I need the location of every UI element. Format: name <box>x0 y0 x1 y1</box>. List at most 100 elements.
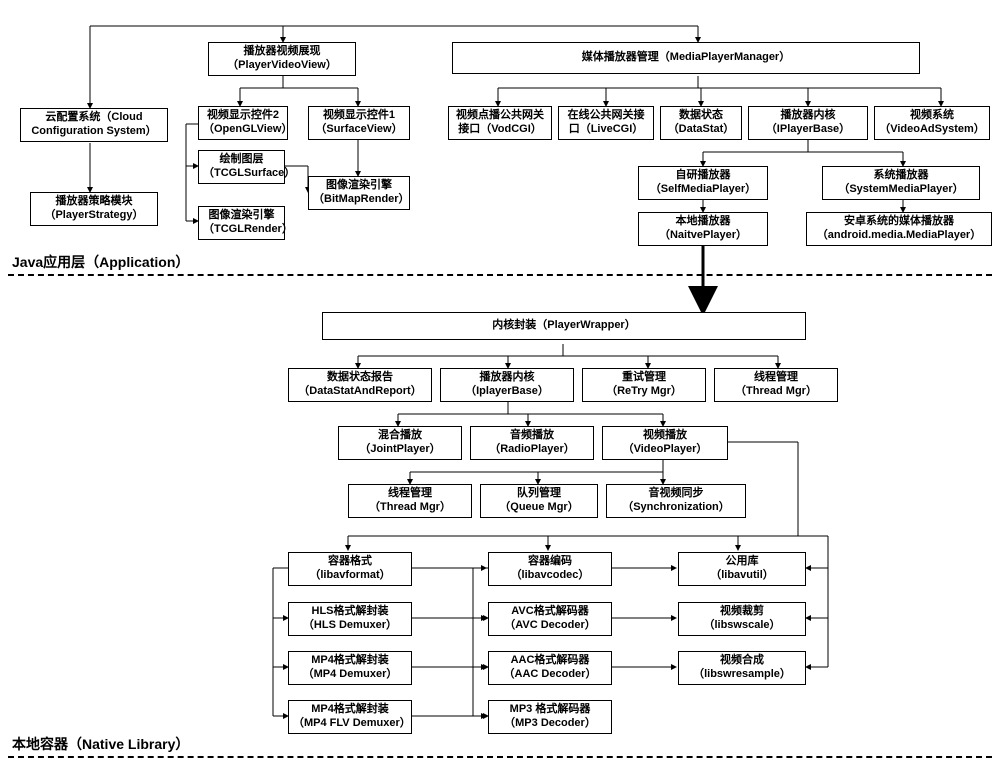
t: （PlayerVideoView） <box>227 59 337 71</box>
box-aacdec: AAC格式解码器（AAC Decoder） <box>488 651 612 685</box>
box-mp4demux: MP4格式解封装 （MP4 Demuxer） <box>288 651 412 685</box>
box-mp3dec: MP3 格式解码器 （MP3 Decoder） <box>488 700 612 734</box>
box-videoad: 视频系统 （VideoAdSystem） <box>874 106 990 140</box>
t: 自研播放器 <box>676 169 731 181</box>
box-libavformat: 容器格式 （libavformat） <box>288 552 412 586</box>
box-sysmp: 系统播放器 （SystemMediaPlayer） <box>822 166 980 200</box>
t: （libswscale） <box>703 619 780 631</box>
box-videoview: 播放器视频展现 （PlayerVideoView） <box>208 42 356 76</box>
t: MP3 格式解码器 <box>510 703 591 715</box>
t: 音视频同步 <box>649 487 704 499</box>
t: （libswresample） <box>693 668 791 680</box>
t: （SystemMediaPlayer） <box>838 183 963 195</box>
t: （NaitvePlayer） <box>659 229 747 241</box>
t: （ReTry Mgr） <box>606 385 682 397</box>
t: （MP4 Demuxer） <box>303 668 398 680</box>
t: 线程管理 <box>754 371 798 383</box>
t: 系统播放器 <box>874 169 929 181</box>
t: （TCGLRender） <box>203 223 293 235</box>
t: 容器编码 <box>528 555 572 567</box>
box-libswscale: 视频裁剪 （libswscale） <box>678 602 806 636</box>
t: AAC格式解码器 <box>511 654 590 666</box>
box-avcdec: AVC格式解码器（AVC Decoder） <box>488 602 612 636</box>
box-bitmaprender: 图像渲染引擎 （BitMapRender） <box>308 176 410 210</box>
t: 本地播放器 <box>676 215 731 227</box>
t: 视频系统 <box>910 109 954 121</box>
t: （AVC Decoder） <box>504 619 595 631</box>
t: 播放器内核 <box>480 371 535 383</box>
box-datastat: 数据状态 （DataStat） <box>660 106 742 140</box>
t: 绘制图层 <box>220 153 264 165</box>
t: MP4格式解封装 <box>311 654 389 666</box>
box-queuemgr: 队列管理（Queue Mgr） <box>480 484 598 518</box>
box-libavcodec: 容器编码 （libavcodec） <box>488 552 612 586</box>
t: 容器格式 <box>328 555 372 567</box>
box-iplayerbase2: 播放器内核 （IplayerBase） <box>440 368 574 402</box>
t: 播放器视频展现 <box>244 45 321 57</box>
t: 队列管理 <box>517 487 561 499</box>
t: 重试管理 <box>622 371 666 383</box>
t: （Thread Mgr） <box>369 501 451 513</box>
divider-native <box>8 756 992 758</box>
t: 音频播放 <box>510 429 554 441</box>
t: （MP4 FLV Demuxer） <box>293 717 411 729</box>
t: MP4格式解封装 <box>311 703 389 715</box>
t: （PlayerStrategy） <box>44 209 143 221</box>
t: （DataStat） <box>668 123 735 135</box>
t: （DataStatAndReport） <box>298 385 421 397</box>
t: 数据状态 <box>679 109 723 121</box>
box-vodcgi: 视频点播公共网关接口（VodCGI） <box>448 106 552 140</box>
t: 播放器内核 <box>781 109 836 121</box>
box-videoplayer: 视频播放（VideoPlayer） <box>602 426 728 460</box>
t: 混合播放 <box>378 429 422 441</box>
t: （VideoPlayer） <box>623 443 708 455</box>
t: （IPlayerBase） <box>766 123 850 135</box>
box-tcglrender: 图像渲染引擎（TCGLRender） <box>198 206 285 240</box>
t: 图像渲染引擎 <box>326 179 392 191</box>
box-nativeplayer: 本地播放器 （NaitvePlayer） <box>638 212 768 246</box>
box-mp4flvdemux: MP4格式解封装 （MP4 FLV Demuxer） <box>288 700 412 734</box>
t: （libavutil） <box>710 569 774 581</box>
diagram-root: 云配置系统（Cloud Configuration System） 播放器策略模块… <box>8 8 992 760</box>
t: （MP3 Decoder） <box>504 717 596 729</box>
t: （libavcodec） <box>511 569 590 581</box>
divider-app <box>8 274 992 276</box>
t: 在线公共网关接 <box>568 109 645 121</box>
t: 视频显示控件2 <box>207 109 279 121</box>
t: 内核封装（PlayerWrapper） <box>492 319 635 331</box>
t: （libavformat） <box>309 569 390 581</box>
t: （Synchronization） <box>622 501 730 513</box>
box-datastatreport: 数据状态报告（DataStatAndReport） <box>288 368 432 402</box>
box-radioplayer: 音频播放（RadioPlayer） <box>470 426 594 460</box>
box-tcglsurface: 绘制图层（TCGLSurface） <box>198 150 285 184</box>
t: （IplayerBase） <box>465 385 549 397</box>
box-hlsdemux: HLS格式解封装（HLS Demuxer） <box>288 602 412 636</box>
box-openglview: 视频显示控件2（OpenGLView） <box>198 106 288 140</box>
t: 口（LiveCGI） <box>569 123 644 135</box>
t: （VideoAdSystem） <box>879 123 985 135</box>
t: 视频合成 <box>720 654 764 666</box>
box-retry: 重试管理 （ReTry Mgr） <box>582 368 706 402</box>
box-selfmp: 自研播放器 （SelfMediaPlayer） <box>638 166 768 200</box>
box-cloud: 云配置系统（Cloud Configuration System） <box>20 108 168 142</box>
box-wrapper: 内核封装（PlayerWrapper） <box>322 312 806 340</box>
t: 媒体播放器管理（MediaPlayerManager） <box>582 51 790 63</box>
box-androidmp: 安卓系统的媒体播放器（android.media.MediaPlayer） <box>806 212 992 246</box>
t: 视频点播公共网关 <box>456 109 544 121</box>
t: （BitMapRender） <box>313 193 410 205</box>
t: 云配置系统（Cloud <box>45 111 142 123</box>
layer-label-app: Java应用层（Application） <box>12 252 189 272</box>
t: （SurfaceView） <box>315 123 402 135</box>
t: Configuration System） <box>31 125 156 137</box>
t: 视频裁剪 <box>720 605 764 617</box>
box-sync: 音视频同步 （Synchronization） <box>606 484 746 518</box>
box-jointplayer: 混合播放（JointPlayer） <box>338 426 462 460</box>
box-strategy: 播放器策略模块 （PlayerStrategy） <box>30 192 158 226</box>
t: 视频显示控件1 <box>323 109 395 121</box>
box-libavutil: 公用库（libavutil） <box>678 552 806 586</box>
t: 线程管理 <box>388 487 432 499</box>
t: （SelfMediaPlayer） <box>650 183 756 195</box>
t: 播放器策略模块 <box>56 195 133 207</box>
t: （Thread Mgr） <box>735 385 817 397</box>
t: （OpenGLView） <box>203 123 292 135</box>
